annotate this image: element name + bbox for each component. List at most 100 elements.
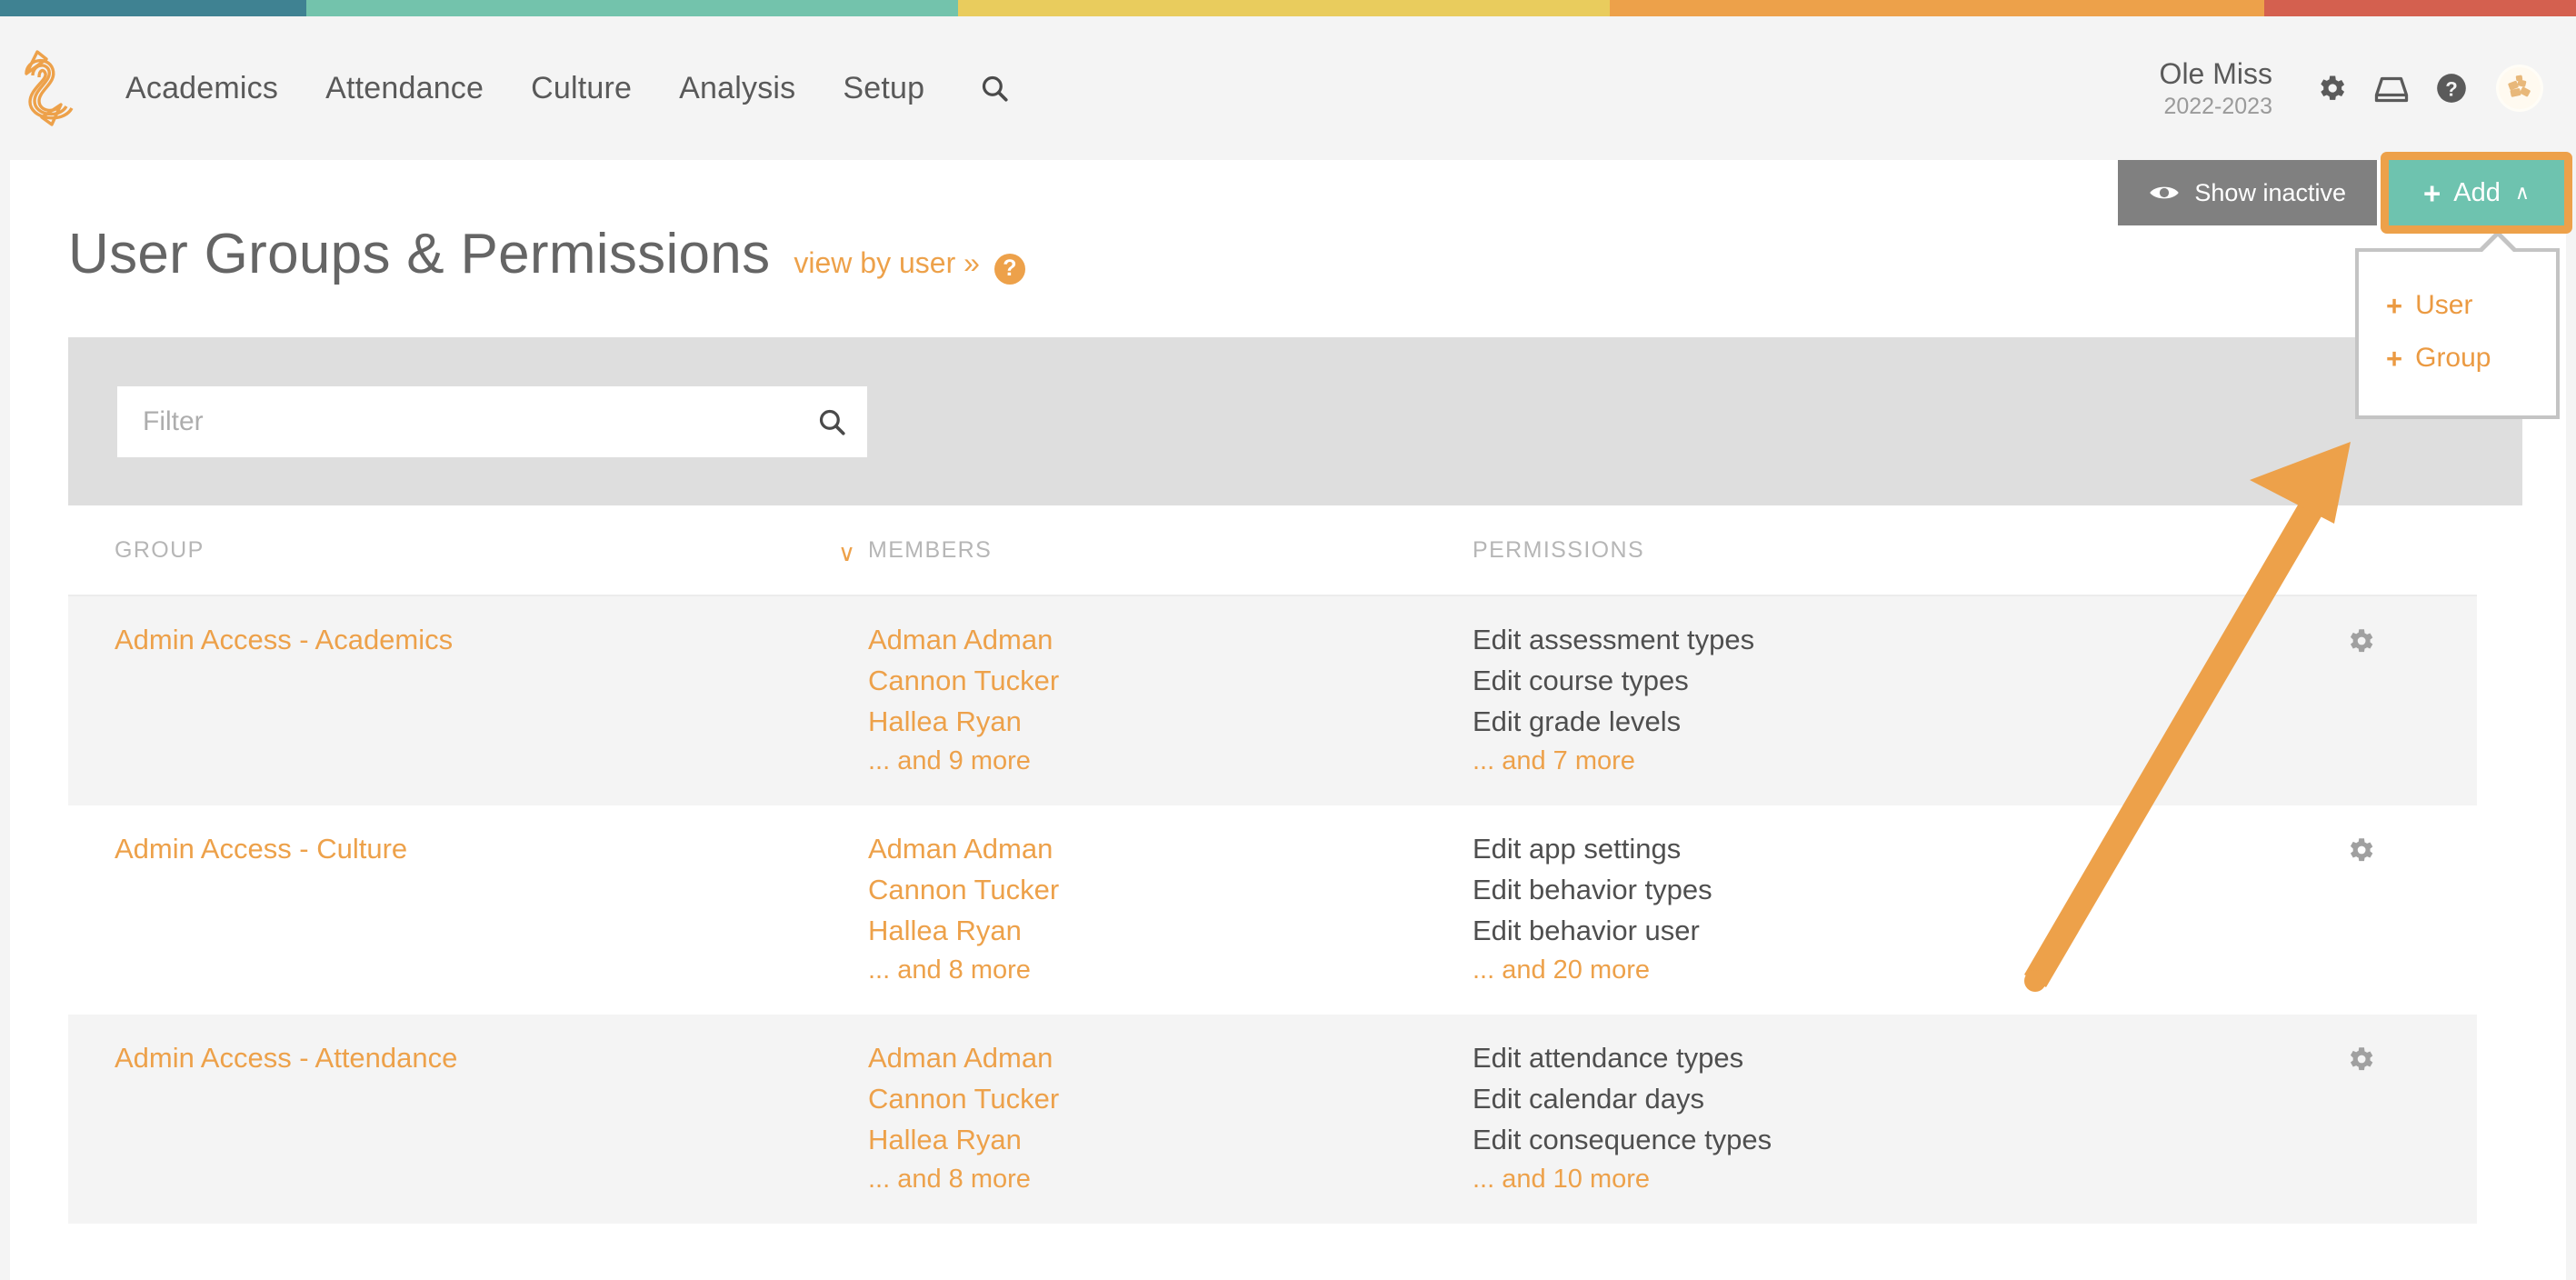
add-plus-icon: + — [2423, 175, 2441, 210]
group-link[interactable]: Admin Access - Academics — [115, 624, 453, 655]
nav-item-analysis[interactable]: Analysis — [655, 71, 819, 106]
nav-item-culture[interactable]: Culture — [507, 71, 655, 106]
permission-item: Edit calendar days — [1473, 1083, 1705, 1115]
add-group-label: Group — [2415, 343, 2491, 373]
strip-segment-yellow — [958, 0, 1611, 16]
permission-item: Edit attendance types — [1473, 1042, 1744, 1074]
search-icon-glyph — [819, 409, 845, 435]
member-link[interactable]: Adman Adman — [868, 833, 1473, 865]
add-group-menu-item[interactable]: + Group — [2359, 332, 2556, 385]
nav-item-setup[interactable]: Setup — [819, 71, 948, 106]
permission-item: Edit consequence types — [1473, 1124, 1772, 1155]
table-row: Admin Access - Academics Adman Adman Can… — [68, 596, 2477, 805]
column-header-members[interactable]: MEMBERS — [868, 537, 1473, 564]
row-settings-button[interactable] — [2345, 1042, 2376, 1224]
add-dropdown-menu: + User + Group — [2355, 230, 2560, 419]
inbox-button[interactable] — [2361, 58, 2421, 118]
view-by-user-link[interactable]: view by user » — [794, 246, 980, 280]
help-button[interactable]: ? — [2421, 58, 2481, 118]
member-link[interactable]: Cannon Tucker — [868, 1083, 1473, 1115]
permissions-header-label: PERMISSIONS — [1473, 536, 1645, 563]
row-settings-button[interactable] — [2345, 833, 2376, 1015]
search-icon[interactable] — [816, 406, 847, 437]
permissions-more-link[interactable]: ... and 20 more — [1473, 955, 2345, 985]
chevron-up-icon: ∧ — [2514, 181, 2530, 204]
row-group-cell: Admin Access - Culture — [68, 833, 868, 1015]
gear-icon — [2350, 838, 2373, 862]
user-avatar[interactable] — [2496, 64, 2543, 112]
show-inactive-button[interactable]: Show inactive — [2118, 160, 2377, 225]
permission-item: Edit behavior types — [1473, 874, 1712, 905]
gear-icon — [2350, 1047, 2373, 1071]
column-header-group[interactable]: GROUP ∨ — [68, 536, 868, 567]
page-action-buttons: Show inactive + Add ∧ — [2118, 152, 2572, 234]
group-header-label: GROUP — [115, 536, 205, 563]
permission-item: Edit app settings — [1473, 833, 1682, 865]
main-navigation: Academics Attendance Culture Analysis Se… — [102, 71, 1033, 106]
members-header-label: MEMBERS — [868, 536, 993, 563]
member-link[interactable]: Hallea Ryan — [868, 915, 1473, 947]
org-info: Ole Miss 2022-2023 — [2160, 55, 2272, 122]
row-members-cell: Adman Adman Cannon Tucker Hallea Ryan ..… — [868, 833, 1473, 1015]
permission-item: Edit behavior user — [1473, 915, 1700, 946]
row-actions-cell — [2345, 833, 2477, 1015]
row-actions-cell — [2345, 624, 2477, 805]
table-row: Admin Access - Attendance Adman Adman Ca… — [68, 1015, 2477, 1224]
school-year: 2022-2023 — [2163, 94, 2272, 120]
nav-search-button[interactable] — [948, 73, 1033, 104]
add-user-menu-item[interactable]: + User — [2359, 279, 2556, 332]
strip-segment-orange — [1610, 0, 2265, 16]
show-inactive-label: Show inactive — [2194, 178, 2346, 206]
row-group-cell: Admin Access - Attendance — [68, 1042, 868, 1224]
strip-segment-green — [306, 0, 959, 16]
row-group-cell: Admin Access - Academics — [68, 624, 868, 805]
plus-icon: + — [2386, 289, 2403, 322]
page-title: User Groups & Permissions — [68, 223, 771, 285]
permissions-more-link[interactable]: ... and 10 more — [1473, 1165, 2345, 1195]
row-permissions-cell: Edit assessment types Edit course types … — [1473, 624, 2345, 805]
row-members-cell: Adman Adman Cannon Tucker Hallea Ryan ..… — [868, 1042, 1473, 1224]
header-right-cluster: Ole Miss 2022-2023 ? — [2160, 55, 2543, 122]
row-settings-button[interactable] — [2345, 624, 2376, 805]
member-link[interactable]: Hallea Ryan — [868, 705, 1473, 738]
add-button-label: Add — [2453, 177, 2501, 207]
app-logo[interactable] — [0, 16, 102, 160]
filter-bar — [68, 337, 2522, 505]
add-button-highlight-box: + Add ∧ — [2381, 152, 2572, 234]
members-more-link[interactable]: ... and 8 more — [868, 955, 1473, 985]
svg-text:?: ? — [2445, 78, 2458, 101]
members-more-link[interactable]: ... and 9 more — [868, 746, 1473, 776]
add-user-label: User — [2415, 290, 2473, 320]
strip-segment-teal — [0, 0, 307, 16]
permission-item: Edit assessment types — [1473, 624, 1755, 655]
permission-item: Edit grade levels — [1473, 705, 1682, 737]
brand-color-strip — [0, 0, 2576, 16]
member-link[interactable]: Adman Adman — [868, 1042, 1473, 1075]
member-link[interactable]: Cannon Tucker — [868, 874, 1473, 906]
help-icon[interactable]: ? — [993, 253, 1025, 285]
filter-input-wrapper — [117, 385, 867, 457]
member-link[interactable]: Hallea Ryan — [868, 1124, 1473, 1156]
table-row: Admin Access - Culture Adman Adman Canno… — [68, 805, 2477, 1015]
filter-input[interactable] — [117, 385, 867, 457]
gear-icon — [2350, 629, 2373, 653]
nav-item-academics[interactable]: Academics — [102, 71, 302, 106]
settings-button[interactable] — [2301, 58, 2361, 118]
page-canvas: Show inactive + Add ∧ + User + Group Use… — [10, 152, 2572, 1280]
column-header-permissions[interactable]: PERMISSIONS — [1473, 537, 2345, 564]
row-members-cell: Adman Adman Cannon Tucker Hallea Ryan ..… — [868, 624, 1473, 805]
group-link[interactable]: Admin Access - Culture — [115, 833, 407, 865]
member-link[interactable]: Cannon Tucker — [868, 665, 1473, 697]
gear-icon — [2321, 75, 2345, 100]
plus-icon: + — [2386, 342, 2403, 375]
avatar-image — [2499, 66, 2541, 109]
members-more-link[interactable]: ... and 8 more — [868, 1165, 1473, 1195]
chevron-down-icon[interactable]: ∨ — [838, 539, 855, 567]
add-button[interactable]: + Add ∧ — [2389, 160, 2564, 225]
member-link[interactable]: Adman Adman — [868, 624, 1473, 656]
group-link[interactable]: Admin Access - Attendance — [115, 1042, 457, 1074]
permissions-more-link[interactable]: ... and 7 more — [1473, 746, 2345, 776]
row-permissions-cell: Edit attendance types Edit calendar days… — [1473, 1042, 2345, 1224]
permission-item: Edit course types — [1473, 665, 1689, 696]
nav-item-attendance[interactable]: Attendance — [302, 71, 507, 106]
